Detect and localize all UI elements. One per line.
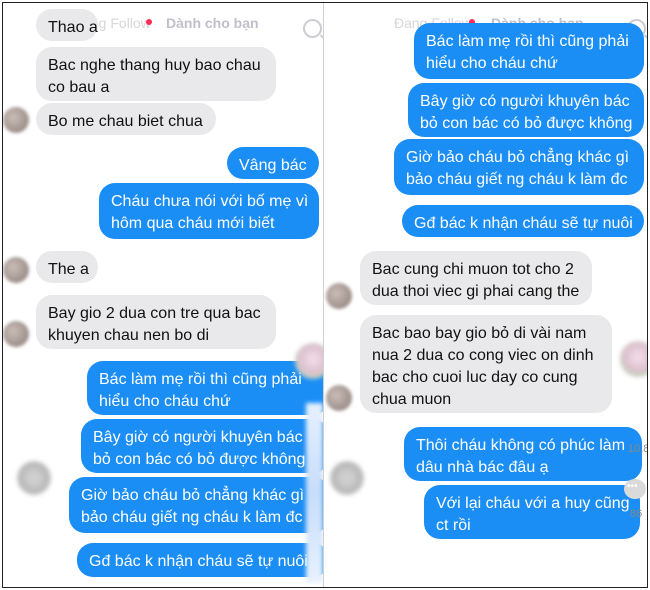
left-chat-panel: Đang Follow Dành cho bạn Thao a Bac nghe… [3, 3, 323, 587]
message-line: Vâng bác [239, 157, 307, 174]
contact-avatar [17, 461, 51, 495]
message-bubble: Bác làm mẹ rồi thì cũng phải hiểu cho chá… [87, 361, 323, 415]
message-bubble: Gđ bác k nhận cháu sẽ tự nuôi [402, 205, 644, 237]
message-bubble: Bac cung chi muon tot cho 2 dua thoi viec… [360, 251, 592, 305]
contact-avatar [3, 321, 29, 347]
message-bubble: Gđ bác k nhận cháu sẽ tự nuôi [77, 543, 323, 577]
message-line: Gđ bác k nhận cháu sẽ tự nuôi [89, 553, 308, 570]
contact-avatar [3, 257, 29, 283]
message-bubble: Cháu chưa nói với bố mẹ vì hôm qua cháu m… [99, 183, 319, 239]
message-line: nua 2 dua co cong viec on dinh [372, 347, 594, 364]
profile-avatar[interactable] [620, 341, 647, 377]
message-line: ct rồi [436, 517, 471, 534]
message-line: khuyen chau nen bo di [48, 327, 210, 344]
message-line: Với lại cháu với a huy cũng [436, 495, 630, 512]
contact-avatar [3, 107, 29, 133]
message-line: Bac nghe thang huy bao chau [48, 57, 261, 74]
message-line: hôm qua cháu mới biết [111, 215, 275, 232]
message-line: Bac bao bay gio bỏ di vài nam [372, 325, 587, 342]
message-bubble: Bây giờ có người khuyên bác bỏ con bác có… [408, 83, 644, 137]
search-icon[interactable] [303, 19, 322, 38]
message-line: Bac cung chi muon tot cho 2 [372, 261, 574, 278]
message-line: bảo cháu giết ng cháu k làm đc [406, 171, 628, 188]
message-line: dua thoi viec gi phai cang the [372, 283, 580, 300]
message-line: bỏ con bác có bỏ được không [93, 451, 306, 468]
message-line: Bác làm mẹ rồi thì cũng phải [426, 33, 629, 50]
message-line: Thôi cháu không có phúc làm [416, 437, 626, 454]
comment-count: 86 [630, 508, 643, 520]
message-line: Bo me chau biet chua [48, 113, 203, 130]
message-bubble: Bác làm mẹ rồi thì cũng phải hiểu cho chá… [414, 23, 644, 79]
message-line: bỏ con bác có bỏ được không [420, 115, 633, 132]
message-line: chua muon [372, 391, 452, 408]
message-line: The a [48, 261, 89, 278]
message-line: Bây giờ có người khuyên bác [420, 93, 630, 110]
right-chat-panel: Đang Follow Dành cho bạn Bác làm mẹ rồi … [324, 3, 647, 587]
comment-icon[interactable] [624, 479, 646, 499]
message-bubble: Thôi cháu không có phúc làm dâu nhà bác đ… [404, 427, 642, 481]
notification-dot [146, 19, 152, 25]
message-line: Giờ bảo cháu bỏ chẳng khác gì [406, 149, 630, 166]
contact-avatar [326, 385, 352, 411]
message-line: Bây giờ có người khuyên bác [93, 429, 303, 446]
message-line: bảo cháu giết ng cháu k làm đc [81, 509, 303, 526]
message-line: bac cho cuoi luc day co cung [372, 369, 578, 386]
profile-avatar[interactable] [295, 343, 323, 379]
message-line: Giờ bảo cháu bỏ chẳng khác gì [81, 487, 305, 504]
tab-for-you[interactable]: Dành cho bạn [166, 15, 259, 31]
message-bubble: Bo me chau biet chua [36, 103, 216, 135]
like-count: 10,8 [628, 443, 647, 455]
message-bubble: Bac nghe thang huy bao chau co bau a [36, 47, 276, 101]
blurred-side-bar [306, 403, 323, 583]
message-bubble: The a [36, 251, 98, 283]
message-bubble: Bay gio 2 dua con tre qua bac khuyen chau… [36, 295, 276, 349]
message-bubble: Vâng bác [227, 147, 319, 179]
message-line: co bau a [48, 79, 110, 96]
message-bubble: Giờ bảo cháu bỏ chẳng khác gì bảo cháu gi… [69, 477, 323, 533]
message-line: hiểu cho cháu chứ [99, 393, 231, 410]
screenshot-frame: Đang Follow Dành cho bạn Thao a Bac nghe… [2, 2, 648, 588]
message-line: Gđ bác k nhận cháu sẽ tự nuôi [414, 215, 633, 232]
contact-avatar [330, 461, 364, 495]
message-bubble: Bac bao bay gio bỏ di vài nam nua 2 dua c… [360, 315, 612, 413]
message-line: hiểu cho cháu chứ [426, 55, 558, 72]
message-line: Cháu chưa nói với bố mẹ vì [111, 193, 309, 210]
message-line: dâu nhà bác đâu ạ [416, 459, 549, 476]
message-bubble: Thao a [36, 9, 98, 41]
contact-avatar [326, 283, 352, 309]
message-bubble: Với lại cháu với a huy cũng ct rồi [424, 485, 640, 539]
message-line: Bay gio 2 dua con tre qua bac [48, 305, 261, 322]
message-bubble: Bây giờ có người khuyên bác bỏ con bác có… [81, 419, 323, 473]
message-line: Thao a [48, 19, 98, 36]
message-line: Bác làm mẹ rồi thì cũng phải [99, 371, 302, 388]
message-bubble: Giờ bảo cháu bỏ chẳng khác gì bảo cháu gi… [394, 139, 644, 195]
